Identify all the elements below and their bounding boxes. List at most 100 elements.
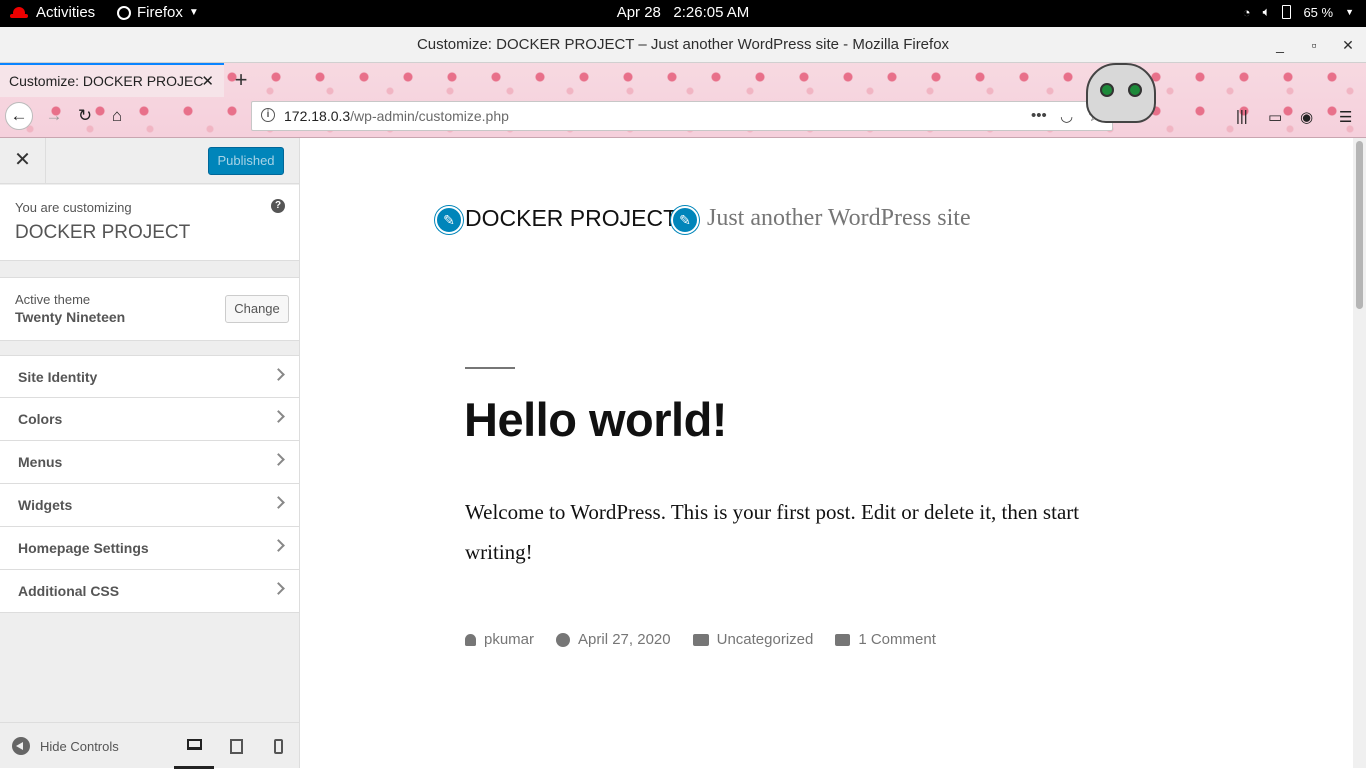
close-customizer-button[interactable]: ✕ (0, 138, 46, 184)
chevron-right-icon (272, 368, 285, 381)
window-titlebar: Customize: DOCKER PROJECT – Just another… (0, 27, 1366, 63)
section-label: Menus (18, 454, 63, 470)
url-host: 172.18.0.3 (284, 108, 351, 124)
post-comments[interactable]: 1 Comment (835, 631, 936, 648)
hide-controls-button[interactable]: Hide Controls (12, 737, 119, 755)
browser-toolbar: Customize: DOCKER PROJEC ✕ + ← → ↻ ⌂ i 1… (0, 63, 1366, 138)
section-homepage-settings[interactable]: Homepage Settings (0, 527, 299, 570)
url-bar[interactable]: i 172.18.0.3/wp-admin/customize.php ••• … (251, 101, 1113, 131)
section-label: Homepage Settings (18, 540, 149, 556)
close-window-button[interactable]: ✕ (1338, 35, 1358, 55)
change-theme-button[interactable]: Change (225, 295, 289, 323)
theme-robot-illustration (1056, 63, 1166, 138)
arrow-left-icon: ← (10, 106, 28, 125)
forward-button[interactable]: → (40, 102, 68, 130)
robot-head-icon (1086, 63, 1156, 123)
author-link[interactable]: pkumar (484, 631, 534, 648)
active-theme-label: Active theme (15, 292, 91, 307)
clock-icon (556, 632, 571, 647)
section-label: Site Identity (18, 369, 98, 385)
section-widgets[interactable]: Widgets (0, 484, 299, 527)
volume-icon: 🔈︎ (1262, 4, 1271, 19)
arrow-right-icon: → (45, 106, 63, 125)
help-icon[interactable]: ? (271, 199, 285, 213)
preview-tablet-button[interactable] (216, 723, 256, 769)
customizer-sections: Site Identity Colors Menus Widgets Homep… (0, 355, 299, 613)
hide-controls-label: Hide Controls (40, 738, 119, 754)
account-icon[interactable]: ◉ (1300, 108, 1313, 126)
edit-shortcut-pencil-icon[interactable]: ✎ (671, 206, 699, 234)
new-tab-button[interactable]: + (231, 67, 251, 92)
site-preview[interactable]: ✎ DOCKER PROJECT ✎ Just another WordPres… (300, 138, 1366, 768)
tab-close-button[interactable]: ✕ (201, 72, 214, 90)
customizer-footer: Hide Controls (0, 722, 299, 769)
preview-desktop-button[interactable] (174, 723, 214, 769)
post-meta: pkumar April 27, 2020 Uncategorized 1 Co… (465, 631, 958, 648)
post-date[interactable]: April 27, 2020 (556, 631, 671, 648)
preview-scrollbar[interactable] (1353, 138, 1366, 768)
customizer-header: ✕ Published (0, 138, 299, 184)
preview-mobile-button[interactable] (258, 723, 298, 769)
chevron-right-icon (272, 539, 285, 552)
section-site-identity[interactable]: Site Identity (0, 355, 299, 398)
tablet-icon (229, 738, 243, 754)
battery-percent: 65 % (1303, 4, 1334, 20)
library-icon[interactable]: ||| (1236, 108, 1248, 125)
customizing-site-name: DOCKER PROJECT (15, 222, 191, 243)
system-top-bar: Activities Firefox ▼ Apr 28 2:26:05 AM ◔… (0, 0, 1366, 27)
caret-down-icon: ▼ (1345, 7, 1354, 17)
section-label: Additional CSS (18, 583, 120, 599)
section-menus[interactable]: Menus (0, 441, 299, 484)
browser-tab-active[interactable]: Customize: DOCKER PROJEC ✕ (0, 63, 224, 97)
collapse-arrow-icon (12, 737, 30, 755)
robot-eye-icon (1100, 83, 1114, 97)
site-info-icon[interactable]: i (261, 108, 275, 122)
edit-shortcut-pencil-icon[interactable]: ✎ (435, 206, 463, 234)
publish-button[interactable]: Published (208, 147, 284, 175)
person-icon (465, 633, 476, 646)
folder-icon (692, 633, 709, 646)
robot-eye-icon (1128, 83, 1142, 97)
battery-icon (1282, 5, 1292, 19)
home-icon: ⌂ (111, 106, 123, 125)
post-category[interactable]: Uncategorized (692, 631, 814, 648)
chevron-right-icon (272, 496, 285, 509)
chevron-right-icon (272, 410, 285, 423)
url-text: 172.18.0.3/wp-admin/customize.php (284, 108, 509, 124)
post-content: Welcome to WordPress. This is your first… (465, 500, 1080, 564)
minimize-button[interactable]: _ (1270, 35, 1290, 55)
reload-icon: ↻ (77, 106, 93, 125)
section-colors[interactable]: Colors (0, 398, 299, 441)
sidebar-toggle-icon[interactable]: ▭ (1268, 108, 1282, 126)
window-title: Customize: DOCKER PROJECT – Just another… (416, 36, 950, 53)
post-title[interactable]: Hello world! (464, 392, 727, 447)
mobile-icon (273, 738, 283, 754)
scrollbar-thumb[interactable] (1356, 141, 1363, 309)
maximize-button[interactable]: ▫ (1304, 35, 1324, 55)
site-title[interactable]: DOCKER PROJECT (465, 205, 677, 232)
post-author[interactable]: pkumar (465, 631, 534, 648)
hamburger-menu-icon[interactable]: ☰ (1339, 108, 1352, 126)
back-button[interactable]: ← (5, 102, 33, 130)
section-label: Widgets (18, 497, 73, 513)
comments-link[interactable]: 1 Comment (858, 631, 936, 648)
customizing-label: You are customizing (15, 200, 132, 215)
clock[interactable]: Apr 28 2:26:05 AM (0, 4, 1366, 21)
url-path: /wp-admin/customize.php (350, 108, 509, 124)
site-description: Just another WordPress site (707, 205, 971, 231)
customizer-sidebar: ✕ Published You are customizing DOCKER P… (0, 138, 300, 769)
active-theme-panel: Active theme Twenty Nineteen Change (0, 277, 299, 341)
home-button[interactable]: ⌂ (103, 102, 131, 130)
category-link[interactable]: Uncategorized (717, 631, 814, 648)
active-theme-name: Twenty Nineteen (15, 309, 126, 325)
reload-button[interactable]: ↻ (71, 102, 99, 130)
date-link[interactable]: April 27, 2020 (578, 631, 671, 648)
chevron-right-icon (272, 582, 285, 595)
section-additional-css[interactable]: Additional CSS (0, 570, 299, 613)
chevron-right-icon (272, 453, 285, 466)
customizing-info: You are customizing DOCKER PROJECT ? (0, 185, 299, 261)
section-label: Colors (18, 411, 63, 427)
page-actions-button[interactable]: ••• (1031, 107, 1047, 124)
wifi-icon: ◔ (1242, 4, 1251, 20)
system-tray[interactable]: ◔ 🔈︎ 65 % ▼ (1243, 4, 1354, 20)
